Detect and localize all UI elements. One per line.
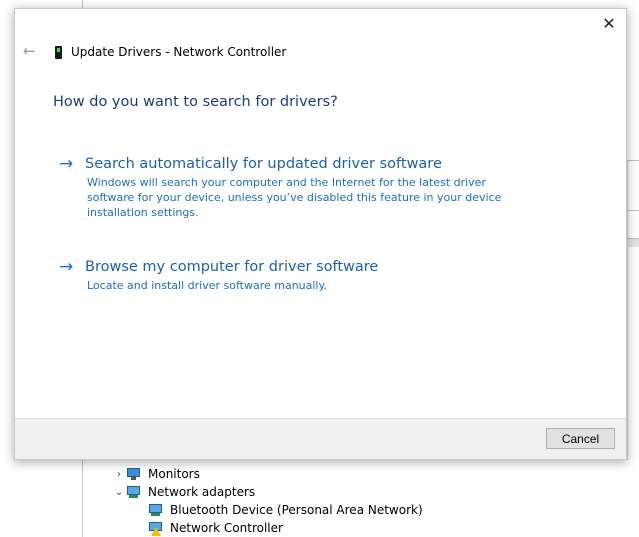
arrow-right-icon: → xyxy=(59,154,74,174)
tree-item-label: Bluetooth Device (Personal Area Network) xyxy=(170,503,423,517)
option-description: Locate and install driver software manua… xyxy=(87,279,327,292)
arrow-right-icon: → xyxy=(59,257,74,277)
back-button[interactable]: ← xyxy=(23,43,39,59)
warning-device-icon xyxy=(148,521,164,536)
tree-item-network-adapters[interactable]: ⌄ Network adapters xyxy=(112,483,255,501)
cancel-button[interactable]: Cancel xyxy=(546,428,615,449)
background-divider xyxy=(627,210,639,211)
tree-item-label: Network adapters xyxy=(148,485,256,499)
close-icon: ✕ xyxy=(602,14,616,33)
monitor-icon xyxy=(126,467,142,481)
dialog-footer: Cancel xyxy=(15,418,626,459)
option-link[interactable]: → Search automatically for updated drive… xyxy=(59,154,539,174)
back-arrow-icon: ← xyxy=(23,42,36,60)
chevron-down-icon[interactable]: ⌄ xyxy=(112,487,126,498)
search-automatically-option[interactable]: → Search automatically for updated drive… xyxy=(59,154,539,220)
browse-computer-option[interactable]: → Browse my computer for driver software… xyxy=(59,257,539,293)
tree-item-label: Network Controller xyxy=(170,521,283,535)
background-divider xyxy=(627,238,639,247)
option-title[interactable]: Browse my computer for driver software xyxy=(85,259,378,275)
dialog-title-bar: Update Drivers - Network Controller xyxy=(55,45,286,59)
tree-item-network-controller[interactable]: Network Controller xyxy=(148,519,283,537)
tree-item-bluetooth-device[interactable]: Bluetooth Device (Personal Area Network) xyxy=(148,501,423,519)
network-adapter-icon xyxy=(148,503,164,517)
tree-item-monitors[interactable]: › Monitors xyxy=(112,465,200,483)
close-button[interactable]: ✕ xyxy=(598,14,620,34)
dialog-title: Update Drivers - Network Controller xyxy=(71,45,287,59)
background-divider xyxy=(627,160,639,161)
option-description: Windows will search your computer and th… xyxy=(87,176,502,219)
network-adapter-icon xyxy=(126,485,142,499)
option-link[interactable]: → Browse my computer for driver software xyxy=(59,257,539,277)
option-title[interactable]: Search automatically for updated driver … xyxy=(85,156,442,172)
network-card-icon xyxy=(55,45,62,59)
update-drivers-dialog: ✕ ← Update Drivers - Network Controller … xyxy=(14,8,627,460)
page-heading: How do you want to search for drivers? xyxy=(53,94,338,110)
tree-item-label: Monitors xyxy=(148,467,200,481)
background-panel-edge xyxy=(627,160,628,460)
chevron-right-icon[interactable]: › xyxy=(112,469,126,480)
